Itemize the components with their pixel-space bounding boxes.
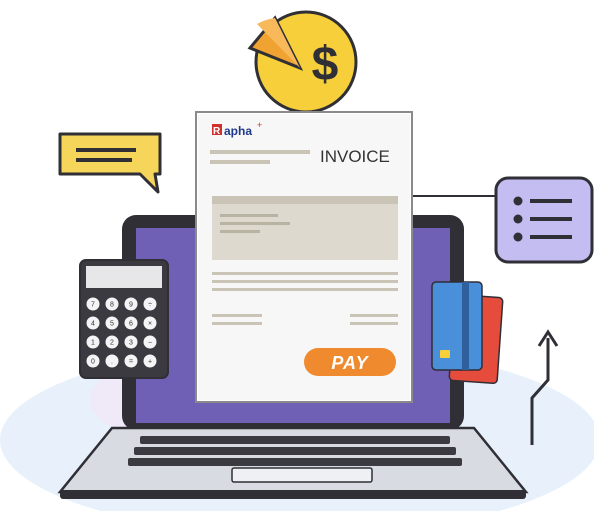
laptop-base-front [60,490,526,499]
detail-line [212,322,262,325]
pay-button[interactable]: PAY [304,348,396,376]
brand-mark: R [213,126,221,137]
table-line [220,230,260,233]
chat-bubble-icon [58,132,162,194]
calculator-key-label: 6 [129,321,133,328]
calculator-display [86,266,162,288]
calculator-key-label: 0 [91,359,95,366]
header-line [210,160,270,164]
trackpad [231,467,373,483]
summary-line [212,272,398,275]
brand-plus: + [257,120,262,130]
summary-line [212,288,398,291]
detail-line [350,314,398,317]
calculator-key-label: ÷ [148,302,152,309]
invoice-title: INVOICE [320,147,390,166]
calculator-key-label: 2 [110,340,114,347]
svg-text:$: $ [312,38,339,91]
calculator-key-label: 8 [110,302,114,309]
detail-line [212,314,262,317]
calculator-key-label: 7 [91,302,95,309]
calculator-key-label: − [148,340,152,347]
table-line [220,222,290,225]
invoice-illustration: $ 7 8 9 ÷ 4 5 6 × 1 2 3 − 0. = + R apha + … [0,0,594,511]
invoice-table-header [212,196,398,204]
calculator-key-label: 3 [129,340,133,347]
calculator-key-label: 1 [91,340,95,347]
brand-name: apha [224,124,252,138]
table-line [220,214,278,217]
calculator: 7 8 9 ÷ 4 5 6 × 1 2 3 − 0. = + [79,259,169,379]
header-line [210,150,310,154]
illustration-canvas: $ 7 8 9 ÷ 4 5 6 × 1 2 3 − 0. = + R apha + I… [0,10,594,511]
calculator-key-label: 9 [129,302,133,309]
pay-button-label: PAY [331,353,369,373]
calculator-key-label: + [148,359,152,366]
calculator-key-label: = [129,359,133,366]
calculator-key-label: × [148,321,152,328]
summary-line [212,280,398,283]
detail-line [350,322,398,325]
calculator-key-label: 4 [91,321,95,328]
calculator-key-label: 5 [110,321,114,328]
calculator-key-label: . [111,359,113,366]
credit-cards-icon [431,281,504,385]
